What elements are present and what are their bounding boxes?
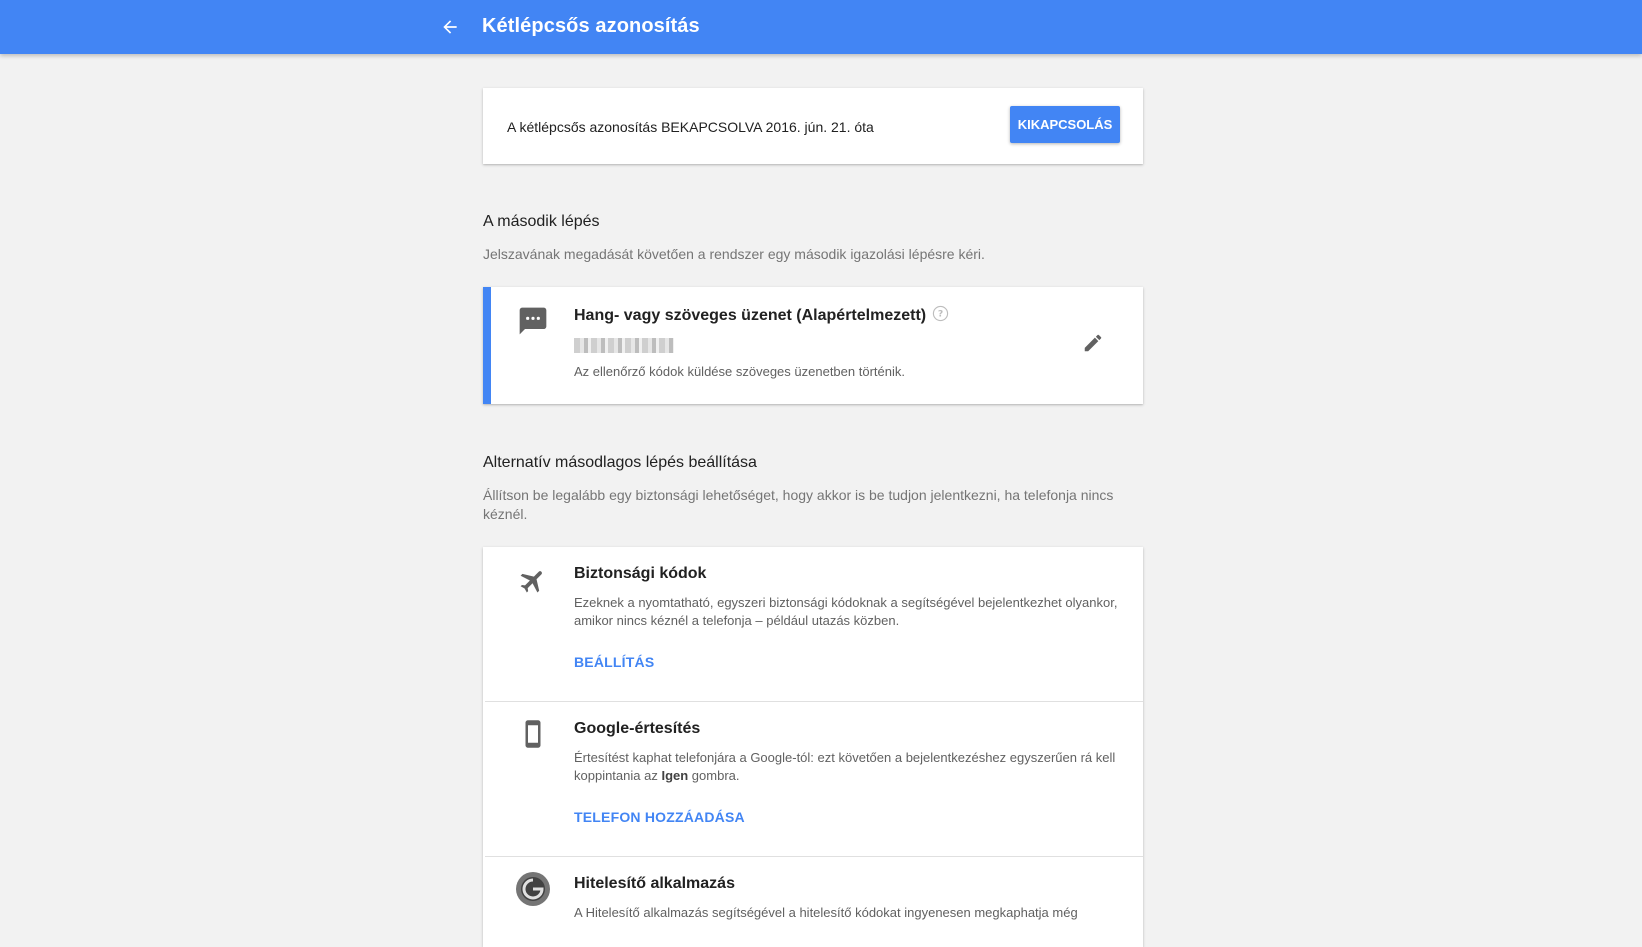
default-method-title-text: Hang- vagy szöveges üzenet (Alapértelmez…	[574, 307, 927, 325]
svg-text:?: ?	[938, 309, 943, 320]
authenticator-icon	[515, 871, 551, 907]
default-method-detail: Az ellenőrző kódok küldése szöveges üzen…	[574, 364, 905, 379]
option-description-text: Értesítést kaphat telefonjára a Google-t…	[574, 750, 1116, 783]
accent-bar	[483, 287, 491, 404]
status-text: A kétlépcsős azonosítás BEKAPCSOLVA 2016…	[507, 119, 874, 135]
default-method-title: Hang- vagy szöveges üzenet (Alapértelmez…	[574, 305, 949, 327]
option-description: Ezeknek a nyomtatható, egyszeri biztonsá…	[574, 595, 1118, 628]
sms-icon	[515, 303, 551, 339]
default-method-card: Hang- vagy szöveges üzenet (Alapértelmez…	[483, 287, 1143, 404]
airplane-icon	[515, 563, 551, 599]
turn-off-button[interactable]: KIKAPCSOLÁS	[1010, 106, 1120, 143]
edit-button[interactable]	[1080, 330, 1106, 356]
alternative-options-card: Biztonsági kódok Ezeknek a nyomtatható, …	[483, 547, 1143, 947]
option-google-prompt: Google-értesítés Értesítést kaphat telef…	[483, 702, 1143, 856]
back-button[interactable]	[437, 14, 463, 40]
phone-icon	[515, 716, 551, 752]
second-step-title: A második lépés	[483, 213, 600, 230]
setup-backup-codes-link[interactable]: BEÁLLÍTÁS	[574, 654, 654, 670]
help-icon[interactable]: ?	[932, 305, 949, 327]
option-description-text-end: gombra.	[688, 768, 740, 783]
status-card: A kétlépcsős azonosítás BEKAPCSOLVA 2016…	[483, 88, 1143, 164]
option-description: Értesítést kaphat telefonjára a Google-t…	[574, 749, 1119, 785]
add-phone-link[interactable]: TELEFON HOZZÁADÁSA	[574, 809, 745, 825]
top-app-bar: Kétlépcsős azonosítás	[0, 0, 1642, 54]
option-authenticator: Hitelesítő alkalmazás A Hitelesítő alkal…	[483, 857, 1143, 947]
option-description-bold: Igen	[661, 768, 689, 783]
option-title: Google-értesítés	[574, 720, 701, 737]
alternative-title: Alternatív másodlagos lépés beállítása	[483, 454, 757, 471]
page-title: Kétlépcsős azonosítás	[482, 15, 700, 37]
masked-phone-number	[574, 338, 674, 353]
arrow-back-icon	[443, 20, 457, 34]
option-title: Biztonsági kódok	[574, 565, 707, 582]
option-title: Hitelesítő alkalmazás	[574, 875, 735, 892]
second-step-description: Jelszavának megadását követően a rendsze…	[483, 246, 985, 262]
option-backup-codes: Biztonsági kódok Ezeknek a nyomtatható, …	[483, 547, 1143, 701]
option-description: A Hitelesítő alkalmazás segítségével a h…	[574, 905, 1078, 920]
alternative-description: Állítson be legalább egy biztonsági lehe…	[483, 487, 1114, 522]
pencil-icon	[1084, 334, 1102, 352]
